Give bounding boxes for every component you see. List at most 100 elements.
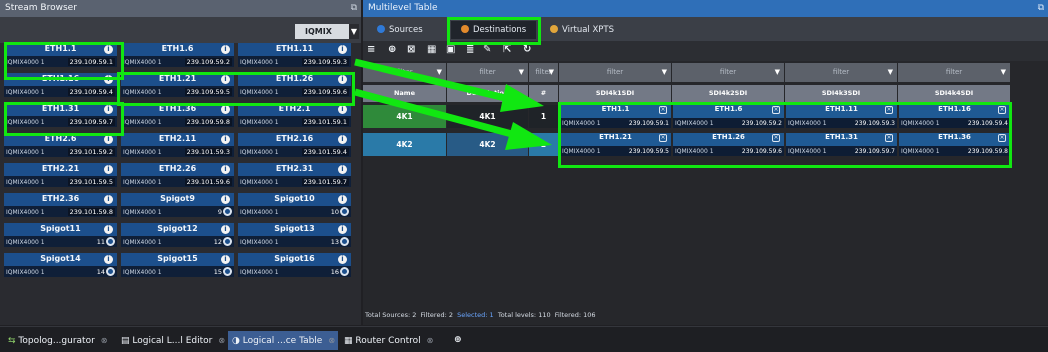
destination-cell[interactable]: ETH1.6 × IQMIX4000 1 239.109.59.2	[673, 105, 784, 128]
stream-tile[interactable]: Spigot9 i IQMIX4000 1 9	[121, 193, 234, 217]
destination-cell[interactable]: ETH1.31 × IQMIX4000 1 239.109.59.7	[786, 133, 897, 156]
destination-cell[interactable]: ETH1.11 × IQMIX4000 1 239.109.59.3	[786, 105, 897, 128]
edit-icon[interactable]: ✎	[483, 44, 491, 55]
stream-tile[interactable]: Spigot15 i IQMIX4000 1 15	[121, 253, 234, 277]
add-tab-button[interactable]: ⊕	[450, 331, 462, 350]
stream-tile[interactable]: ETH2.16 i IQMIX4000 1 239.101.59.4	[238, 133, 351, 157]
stream-tile[interactable]: ETH2.6 i IQMIX4000 1 239.101.59.2	[4, 133, 117, 157]
row-name-cell[interactable]: 4K1	[363, 105, 446, 128]
filter-icon[interactable]: ▼	[349, 24, 359, 39]
refresh-icon[interactable]: ↻	[523, 44, 531, 55]
stream-tile[interactable]: ETH1.16 i IQMIX4000 1 239.109.59.4	[4, 73, 117, 97]
row-description-cell[interactable]: 4K1	[447, 105, 528, 128]
maximize-icon[interactable]: ⧉	[351, 0, 357, 17]
tab-destinations[interactable]: Destinations	[451, 21, 537, 39]
column-header[interactable]: SDI4k4SDI	[898, 85, 1010, 102]
info-icon[interactable]: i	[221, 255, 230, 264]
row-num-cell[interactable]: 2	[529, 133, 558, 156]
stream-tile[interactable]: Spigot14 i IQMIX4000 1 14	[4, 253, 117, 277]
list-view-icon[interactable]: ≣	[466, 44, 474, 55]
info-icon[interactable]: i	[338, 195, 347, 204]
info-icon[interactable]: i	[104, 45, 113, 54]
add-icon[interactable]: ⊕	[388, 44, 396, 55]
info-icon[interactable]: i	[338, 135, 347, 144]
destination-cell[interactable]: ETH1.36 × IQMIX4000 1 239.109.59.8	[899, 133, 1010, 156]
info-icon[interactable]: i	[338, 255, 347, 264]
stream-tile[interactable]: ETH1.6 i IQMIX4000 1 239.109.59.2	[121, 43, 234, 67]
filter-icon[interactable]: ▼	[519, 63, 524, 82]
unlink-icon[interactable]: ×	[998, 106, 1006, 114]
taskbar-item-router-control[interactable]: ▦ Router Control ⊗	[340, 331, 433, 350]
info-icon[interactable]: i	[104, 165, 113, 174]
unlink-icon[interactable]: ×	[659, 106, 667, 114]
stream-tile[interactable]: Spigot11 i IQMIX4000 1 11	[4, 223, 117, 247]
stream-tile[interactable]: ETH2.11 i IQMIX4000 1 239.101.59.3	[121, 133, 234, 157]
stream-tile[interactable]: Spigot16 i IQMIX4000 1 16	[238, 253, 351, 277]
info-icon[interactable]: i	[221, 165, 230, 174]
info-icon[interactable]: i	[221, 195, 230, 204]
close-icon[interactable]: ⊗	[101, 336, 108, 345]
info-icon[interactable]: i	[338, 225, 347, 234]
stream-tile[interactable]: ETH1.1 i IQMIX4000 1 239.109.59.1	[4, 43, 117, 67]
destination-cell[interactable]: ETH1.26 × IQMIX4000 1 239.109.59.6	[673, 133, 784, 156]
filter-icon[interactable]: ▼	[662, 63, 667, 82]
destination-cell[interactable]: ETH1.1 × IQMIX4000 1 239.109.59.1	[560, 105, 671, 128]
info-icon[interactable]: i	[221, 105, 230, 114]
taskbar-item-topology[interactable]: ⇆ Topolog...gurator ⊗	[4, 331, 108, 350]
info-icon[interactable]: i	[221, 225, 230, 234]
unlink-icon[interactable]: ×	[772, 134, 780, 142]
export-icon[interactable]: ⇱	[503, 44, 511, 55]
unlink-icon[interactable]: ×	[885, 106, 893, 114]
info-icon[interactable]: i	[221, 45, 230, 54]
info-icon[interactable]: i	[104, 135, 113, 144]
info-icon[interactable]: i	[221, 135, 230, 144]
stream-filter-input[interactable]: IQMIX ▼	[295, 24, 359, 39]
stream-tile[interactable]: ETH1.26 i IQMIX4000 1 239.109.59.6	[238, 73, 351, 97]
delete-icon[interactable]: ⊠	[407, 44, 415, 55]
column-filter-input[interactable]: filter ▼	[559, 63, 671, 82]
column-filter-input[interactable]: filter ▼	[447, 63, 528, 82]
maximize-icon[interactable]: ⧉	[1038, 0, 1044, 17]
column-filter-input[interactable]: filter ▼	[898, 63, 1010, 82]
unlink-icon[interactable]: ×	[998, 134, 1006, 142]
tab-virtual-xpts[interactable]: Virtual XPTS	[550, 21, 614, 39]
column-header[interactable]: SDI4k1SDI	[559, 85, 671, 102]
filter-icon[interactable]: ▼	[549, 63, 554, 82]
tile-view-icon[interactable]: ▣	[446, 44, 455, 55]
stream-tile[interactable]: Spigot12 i IQMIX4000 1 12	[121, 223, 234, 247]
close-icon[interactable]: ⊗	[328, 336, 335, 345]
info-icon[interactable]: i	[104, 255, 113, 264]
column-filter-input[interactable]: filter ▼	[363, 63, 446, 82]
info-icon[interactable]: i	[104, 225, 113, 234]
column-header[interactable]: #	[529, 85, 558, 102]
close-icon[interactable]: ⊗	[218, 336, 225, 345]
info-icon[interactable]: i	[104, 105, 113, 114]
row-description-cell[interactable]: 4K2	[447, 133, 528, 156]
destination-cell[interactable]: ETH1.16 × IQMIX4000 1 239.109.59.4	[899, 105, 1010, 128]
column-filter-input[interactable]: filter ▼	[529, 63, 558, 82]
stream-tile[interactable]: ETH1.11 i IQMIX4000 1 239.109.59.3	[238, 43, 351, 67]
info-icon[interactable]: i	[104, 75, 113, 84]
close-icon[interactable]: ⊗	[427, 336, 434, 345]
stream-tile[interactable]: ETH1.31 i IQMIX4000 1 239.109.59.7	[4, 103, 117, 127]
info-icon[interactable]: i	[338, 75, 347, 84]
info-icon[interactable]: i	[338, 165, 347, 174]
stream-tile[interactable]: Spigot10 i IQMIX4000 1 10	[238, 193, 351, 217]
unlink-icon[interactable]: ×	[659, 134, 667, 142]
stream-tile[interactable]: ETH2.26 i IQMIX4000 1 239.101.59.6	[121, 163, 234, 187]
filter-icon[interactable]: ▼	[1001, 63, 1006, 82]
column-header[interactable]: Name	[363, 85, 446, 102]
stream-tile[interactable]: ETH2.21 i IQMIX4000 1 239.101.59.5	[4, 163, 117, 187]
filter-icon[interactable]: ▼	[888, 63, 893, 82]
column-filter-input[interactable]: filter ▼	[785, 63, 897, 82]
stream-tile[interactable]: ETH1.21 i IQMIX4000 1 239.109.59.5	[121, 73, 234, 97]
filter-icon[interactable]: ▼	[775, 63, 780, 82]
info-icon[interactable]: i	[104, 195, 113, 204]
column-header[interactable]: SDI4k2SDI	[672, 85, 784, 102]
menu-icon[interactable]: ≡	[367, 44, 375, 55]
column-header[interactable]: Description	[447, 85, 528, 102]
filter-icon[interactable]: ▼	[437, 63, 442, 82]
stream-tile[interactable]: ETH1.36 i IQMIX4000 1 239.109.59.8	[121, 103, 234, 127]
stream-tile[interactable]: ETH2.36 i IQMIX4000 1 239.101.59.8	[4, 193, 117, 217]
stream-tile[interactable]: Spigot13 i IQMIX4000 1 13	[238, 223, 351, 247]
